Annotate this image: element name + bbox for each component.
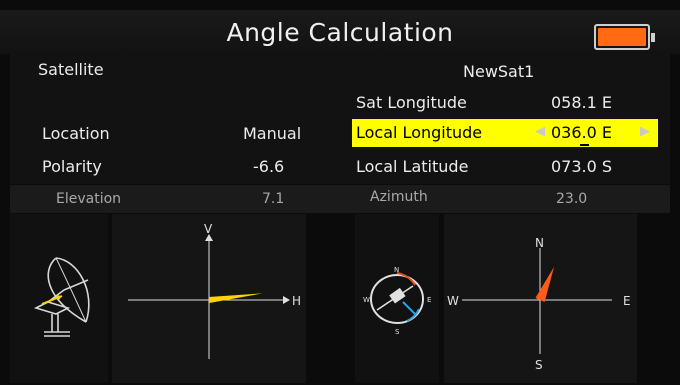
satellite-dish-icon [33, 257, 90, 337]
battery-icon [594, 24, 655, 50]
azimuth-value: 23.0 [556, 191, 588, 207]
svg-text:N: N [394, 266, 399, 274]
satellite-name[interactable]: NewSat1 [463, 62, 534, 81]
svg-text:E: E [427, 296, 431, 304]
local-latitude-label: Local Latitude [356, 157, 469, 176]
left-arrow-icon[interactable]: ◀ [535, 124, 545, 139]
page-title: Angle Calculation [226, 18, 454, 47]
sat-longitude-label: Sat Longitude [356, 93, 467, 112]
local-longitude-label: Local Longitude [356, 123, 483, 142]
location-value[interactable]: Manual [243, 124, 301, 143]
h-axis-arrow-icon [283, 296, 290, 304]
azimuth-needle [535, 266, 555, 302]
sat-longitude-value[interactable]: 058.1 E [551, 93, 612, 112]
local-longitude-value[interactable]: 036.0 E [551, 123, 612, 142]
right-arrow-icon[interactable]: ▶ [640, 124, 650, 139]
elevation-value: 7.1 [262, 191, 285, 207]
polarity-label: Polarity [42, 157, 102, 176]
north-label: N [535, 236, 544, 250]
v-axis-label: V [204, 222, 213, 236]
elevation-needle [208, 293, 263, 303]
compass-icon: N S W E [363, 266, 431, 336]
svg-text:S: S [395, 328, 400, 336]
polarity-value[interactable]: -6.6 [253, 157, 284, 176]
azimuth-label: Azimuth [370, 189, 428, 205]
svg-text:W: W [363, 296, 370, 304]
h-axis-label: H [292, 294, 301, 308]
satellite-label: Satellite [38, 60, 104, 79]
east-label: E [623, 294, 631, 308]
west-label: W [447, 294, 459, 308]
elevation-chart: V H [128, 222, 301, 359]
azimuth-chart: N S W E [447, 236, 631, 372]
local-latitude-value[interactable]: 073.0 S [551, 157, 612, 176]
edit-cursor [580, 144, 589, 146]
elevation-label: Elevation [56, 191, 122, 207]
location-label: Location [42, 124, 110, 143]
south-label: S [535, 358, 543, 372]
angle-calculation-screen: Angle Calculation Satellite Location Man… [0, 0, 680, 385]
